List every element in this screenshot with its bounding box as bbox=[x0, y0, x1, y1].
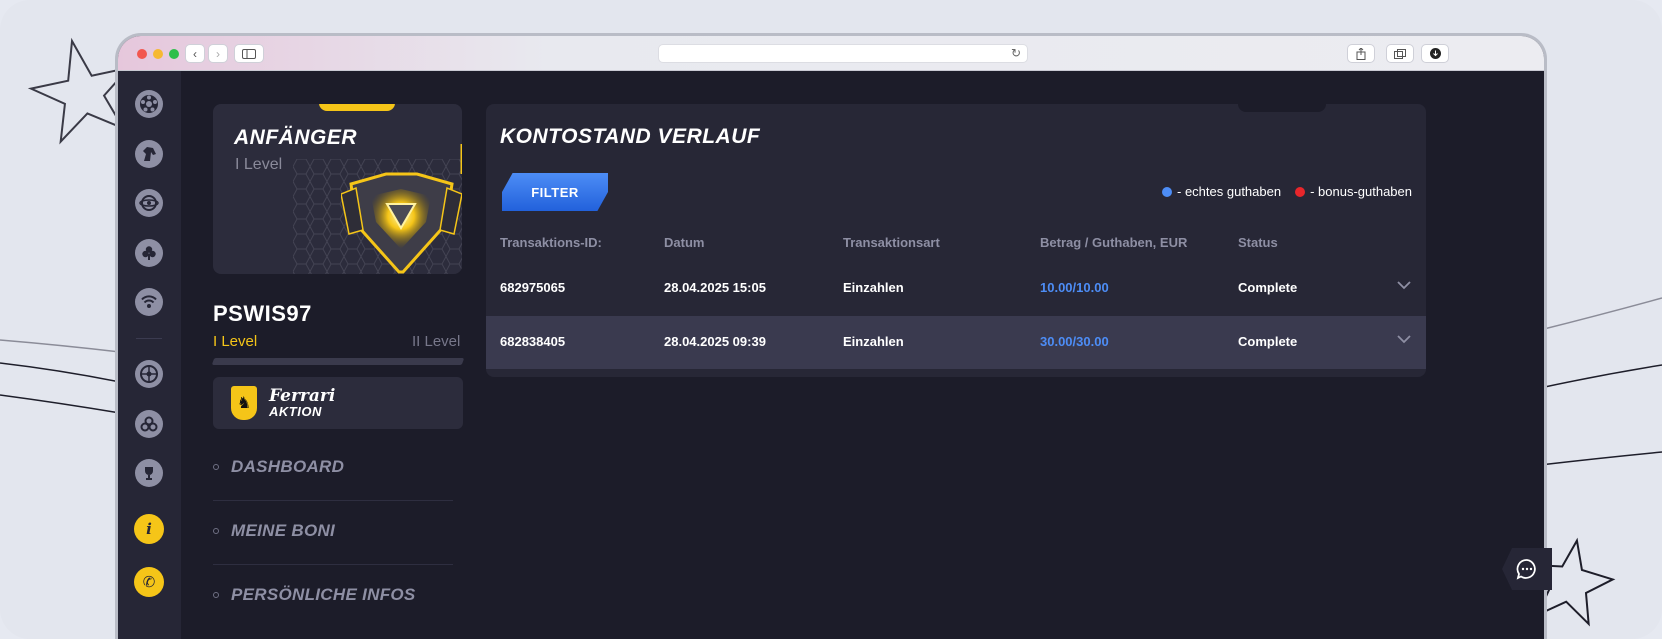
balance-legend: - echtes guthaben - bonus-guthaben bbox=[1148, 184, 1412, 199]
table-header: Transaktions-ID: Datum Transaktionsart B… bbox=[486, 229, 1426, 259]
live-icon[interactable] bbox=[135, 288, 163, 316]
panel-title: KONTOSTAND VERLAUF bbox=[500, 125, 761, 148]
legend-dot-blue bbox=[1162, 186, 1172, 197]
casino-icon[interactable] bbox=[135, 239, 163, 267]
transaction-id: 682838405 bbox=[500, 334, 566, 349]
current-level-label: I Level bbox=[213, 333, 258, 350]
transaction-date: 28.04.2025 09:39 bbox=[664, 334, 766, 349]
menu-item-label: MEINE BONI bbox=[231, 521, 336, 540]
column-header-type: Transaktionsart bbox=[843, 235, 940, 250]
transaction-id: 682975065 bbox=[500, 280, 566, 295]
bullet-icon bbox=[213, 464, 219, 470]
browser-window: ‹ › ↻ i ✆ ANFÄNGER I Level PSWIS97 I Lev… bbox=[115, 33, 1547, 639]
support-phone-icon[interactable]: ✆ bbox=[134, 567, 164, 597]
level-card: ANFÄNGER I Level bbox=[213, 104, 462, 274]
download-icon bbox=[1429, 48, 1441, 59]
slots-icon[interactable] bbox=[135, 410, 163, 438]
trophy-icon[interactable] bbox=[135, 459, 163, 487]
address-bar[interactable]: ↻ bbox=[658, 44, 1028, 63]
menu-item-label: DASHBOARD bbox=[231, 457, 345, 476]
bullet-icon bbox=[213, 592, 219, 598]
level-subtitle: I Level bbox=[235, 156, 283, 173]
showcase-background: ‹ › ↻ i ✆ ANFÄNGER I Level PSWIS97 I Lev… bbox=[0, 0, 1662, 639]
app-content: i ✆ ANFÄNGER I Level PSWIS97 I Level II … bbox=[118, 71, 1544, 639]
legend-dot-red bbox=[1295, 186, 1306, 197]
close-window-button[interactable] bbox=[137, 49, 147, 59]
tabs-button[interactable] bbox=[1386, 44, 1414, 63]
tabs-icon bbox=[1394, 48, 1406, 59]
level-progress-bar bbox=[211, 358, 465, 365]
chevron-right-icon: › bbox=[216, 46, 220, 61]
sidebar-icon bbox=[242, 48, 256, 59]
level-progress-fill bbox=[211, 358, 215, 365]
bullet-icon bbox=[213, 528, 219, 534]
live-chat-button[interactable] bbox=[1502, 548, 1552, 590]
maximize-window-button[interactable] bbox=[169, 49, 179, 59]
chevron-down-icon[interactable] bbox=[1396, 331, 1412, 347]
level-card-tab bbox=[319, 104, 395, 111]
share-icon bbox=[1356, 47, 1366, 60]
column-header-date: Datum bbox=[664, 235, 705, 250]
forward-button[interactable]: › bbox=[208, 44, 228, 63]
chat-bubble-icon bbox=[1516, 559, 1536, 580]
menu-item-dashboard[interactable]: DASHBOARD bbox=[213, 437, 453, 501]
reload-icon[interactable]: ↻ bbox=[1011, 46, 1021, 60]
rank-emblem-icon bbox=[341, 144, 462, 274]
transaction-date: 28.04.2025 15:05 bbox=[664, 280, 766, 295]
minimize-window-button[interactable] bbox=[153, 49, 163, 59]
panel-notch bbox=[1238, 104, 1326, 112]
menu-item-label: PERSÖNLICHE INFOS bbox=[231, 585, 416, 604]
back-button[interactable]: ‹ bbox=[185, 44, 205, 63]
column-header-amount: Betrag / Guthaben, EUR bbox=[1040, 235, 1188, 250]
transaction-status: Complete bbox=[1238, 334, 1298, 349]
sports-rail: i ✆ bbox=[118, 71, 181, 639]
balance-history-panel: KONTOSTAND VERLAUF FILTER - echtes gutha… bbox=[486, 104, 1426, 377]
transaction-type: Einzahlen bbox=[843, 334, 904, 349]
ferrari-shield-icon: ♞ bbox=[231, 386, 257, 420]
menu-item-persoenliche-infos[interactable]: PERSÖNLICHE INFOS bbox=[213, 565, 453, 629]
esports-icon[interactable] bbox=[135, 189, 163, 217]
sidebar-toggle-button[interactable] bbox=[234, 44, 264, 63]
menu-item-meine-boni[interactable]: MEINE BONI bbox=[213, 501, 453, 565]
info-icon[interactable]: i bbox=[134, 514, 164, 544]
table-row[interactable]: 682838405 28.04.2025 09:39 Einzahlen 30.… bbox=[486, 316, 1426, 369]
transaction-type: Einzahlen bbox=[843, 280, 904, 295]
username: PSWIS97 bbox=[213, 301, 312, 326]
legend-real-balance: - echtes guthaben bbox=[1162, 184, 1281, 199]
transaction-amount: 10.00/10.00 bbox=[1040, 280, 1109, 295]
rail-divider bbox=[136, 338, 162, 339]
legend-bonus-balance: - bonus-guthaben bbox=[1295, 184, 1412, 199]
next-level-label: II Level bbox=[412, 333, 461, 350]
column-header-status: Status bbox=[1238, 235, 1278, 250]
level-title: ANFÄNGER bbox=[234, 126, 357, 149]
ferrari-promo-banner[interactable]: ♞ Ferrari AKTION bbox=[213, 377, 463, 429]
chevron-down-icon[interactable] bbox=[1396, 277, 1412, 293]
share-button[interactable] bbox=[1347, 44, 1375, 63]
horse-icon[interactable] bbox=[135, 140, 163, 168]
column-header-id: Transaktions-ID: bbox=[500, 235, 602, 250]
chevron-left-icon: ‹ bbox=[193, 46, 197, 61]
promo-brand: Ferrari bbox=[269, 386, 336, 406]
soccer-icon[interactable] bbox=[135, 90, 163, 118]
roulette-icon[interactable] bbox=[135, 360, 163, 388]
table-row[interactable]: 682975065 28.04.2025 15:05 Einzahlen 10.… bbox=[486, 262, 1426, 315]
downloads-button[interactable] bbox=[1421, 44, 1449, 63]
filter-button[interactable]: FILTER bbox=[502, 173, 608, 211]
transaction-amount: 30.00/30.00 bbox=[1040, 334, 1109, 349]
promo-label: AKTION bbox=[269, 404, 322, 419]
browser-titlebar: ‹ › ↻ bbox=[118, 36, 1544, 71]
transaction-status: Complete bbox=[1238, 280, 1298, 295]
